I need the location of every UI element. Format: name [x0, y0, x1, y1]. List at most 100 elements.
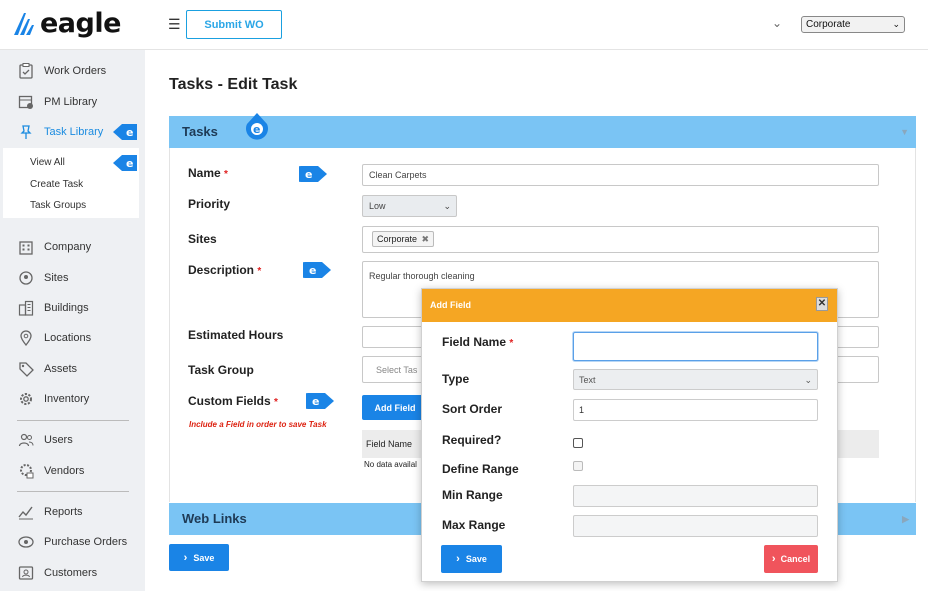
modal-cancel-button[interactable]: › Cancel: [764, 545, 818, 573]
field-name-label: Field Name *: [442, 335, 513, 349]
sidebar-item-label: Sites: [44, 272, 69, 284]
clipboard-check-icon: [17, 62, 35, 80]
submit-wo-button[interactable]: Submit WO: [186, 10, 282, 39]
sidebar-item-label: Company: [44, 241, 92, 253]
modal-header: Add Field ✕: [422, 289, 837, 322]
define-range-label: Define Range: [442, 462, 519, 476]
site-select-value: Corporate: [806, 19, 851, 30]
sidebar-item-task-library[interactable]: Task Library: [17, 121, 103, 143]
customer-card-icon: [17, 564, 35, 582]
sidebar-item-label: Task Library: [44, 126, 104, 138]
chevron-right-icon: ›: [771, 553, 776, 565]
sidebar-subitem-view-all[interactable]: View All: [30, 157, 65, 168]
required-asterisk: *: [224, 169, 228, 180]
max-range-input[interactable]: [573, 515, 818, 537]
estimated-hours-label: Estimated Hours: [188, 328, 284, 342]
sidebar-item-sites[interactable]: Sites: [17, 267, 68, 289]
eagle-pin-icon[interactable]: e: [113, 154, 137, 172]
required-asterisk: *: [274, 397, 278, 408]
sidebar-item-label: Inventory: [44, 393, 90, 405]
eagle-logo[interactable]: eagle: [12, 8, 121, 39]
add-field-button[interactable]: Add Field: [362, 395, 428, 420]
grid-empty-message: No data availal: [364, 460, 417, 469]
gear-icon: [17, 390, 35, 408]
svg-text:e: e: [253, 123, 260, 136]
sidebar-item-assets[interactable]: Assets: [17, 358, 77, 380]
pushpin-icon: [17, 123, 35, 141]
sort-order-input[interactable]: 1: [573, 399, 818, 421]
description-label-text: Description: [188, 263, 255, 277]
sidebar-divider: [17, 491, 129, 492]
map-pin-icon: [17, 269, 35, 287]
remove-tag-icon[interactable]: ✖: [422, 234, 430, 244]
page-title: Tasks - Edit Task: [169, 76, 298, 93]
sites-multiselect[interactable]: [362, 226, 879, 253]
sidebar-item-vendors[interactable]: Vendors: [17, 460, 84, 482]
chevron-down-icon[interactable]: ⌄: [772, 16, 782, 30]
priority-select[interactable]: Low ⌄: [362, 195, 457, 217]
sidebar-item-label: PM Library: [44, 96, 98, 108]
eagle-pin-icon[interactable]: e: [303, 261, 331, 279]
sites-label: Sites: [188, 232, 217, 246]
buildings-icon: [17, 299, 35, 317]
required-asterisk: *: [509, 338, 514, 349]
eagle-pin-icon[interactable]: e: [113, 123, 137, 141]
type-select[interactable]: Text ⌄: [573, 369, 818, 390]
priority-label: Priority: [188, 197, 231, 211]
caret-right-icon: ▶: [902, 514, 909, 524]
sidebar-item-label: Vendors: [44, 465, 85, 477]
site-tag[interactable]: Corporate ✖: [372, 231, 435, 247]
sidebar-item-locations[interactable]: Locations: [17, 327, 91, 349]
logo-text: eagle: [40, 8, 121, 39]
eagle-pin-icon[interactable]: e: [299, 165, 327, 183]
sidebar-item-label: Assets: [44, 363, 78, 375]
sidebar-item-buildings[interactable]: Buildings: [17, 297, 89, 319]
chevron-down-icon: ⌄: [804, 375, 812, 385]
sidebar-item-pm-library[interactable]: PM Library: [17, 91, 97, 113]
type-select-value: Text: [579, 375, 596, 385]
save-button[interactable]: › Save: [169, 544, 229, 571]
svg-text:e: e: [126, 126, 133, 139]
eagle-pin-icon[interactable]: e: [306, 392, 334, 410]
custom-fields-hint: Include a Field in order to save Task: [189, 420, 327, 429]
define-range-checkbox[interactable]: [573, 461, 583, 471]
sidebar-item-company[interactable]: Company: [17, 236, 91, 258]
min-range-label: Min Range: [442, 488, 503, 502]
svg-text:e: e: [305, 168, 312, 181]
task-group-label: Task Group: [188, 363, 254, 377]
sidebar-item-label: Reports: [44, 506, 83, 518]
hamburger-menu-icon[interactable]: ☰: [168, 16, 181, 33]
sidebar-item-customers[interactable]: Customers: [17, 562, 97, 584]
top-bar: eagle ☰ Submit WO ⌄ Corporate ⌄: [0, 0, 928, 50]
task-name-input[interactable]: Clean Carpets: [362, 164, 879, 186]
building-icon: [17, 238, 35, 256]
description-label: Description *: [188, 263, 261, 277]
sidebar-item-users[interactable]: Users: [17, 429, 73, 451]
close-icon[interactable]: ✕: [816, 297, 828, 311]
eagle-pin-icon[interactable]: e: [245, 112, 269, 142]
svg-text:e: e: [309, 264, 316, 277]
field-name-input[interactable]: [573, 332, 818, 361]
sidebar-subitem-create-task[interactable]: Create Task: [30, 179, 83, 190]
site-select[interactable]: Corporate ⌄: [801, 16, 905, 33]
chart-line-icon: [17, 503, 35, 521]
vendor-icon: [17, 462, 35, 480]
site-tag-label: Corporate: [377, 234, 418, 244]
required-label: Required?: [442, 433, 502, 447]
field-name-label-text: Field Name: [442, 335, 507, 349]
modal-save-button[interactable]: › Save: [441, 545, 502, 573]
sidebar-item-inventory[interactable]: Inventory: [17, 388, 89, 410]
sidebar-item-reports[interactable]: Reports: [17, 501, 83, 523]
custom-fields-label: Custom Fields *: [188, 394, 278, 408]
sidebar-item-purchase-orders[interactable]: Purchase Orders: [17, 531, 127, 553]
sidebar-item-label: Locations: [44, 332, 92, 344]
sidebar-item-work-orders[interactable]: Work Orders: [17, 60, 106, 82]
min-range-input[interactable]: [573, 485, 818, 507]
sort-order-label: Sort Order: [442, 402, 503, 416]
required-checkbox[interactable]: [573, 438, 583, 448]
modal-title: Add Field: [430, 300, 471, 310]
tasks-panel-header[interactable]: Tasks ▼: [169, 116, 916, 148]
sidebar-subitem-task-groups[interactable]: Task Groups: [30, 200, 86, 211]
priority-select-value: Low: [369, 201, 386, 211]
dollar-icon: [17, 533, 35, 551]
